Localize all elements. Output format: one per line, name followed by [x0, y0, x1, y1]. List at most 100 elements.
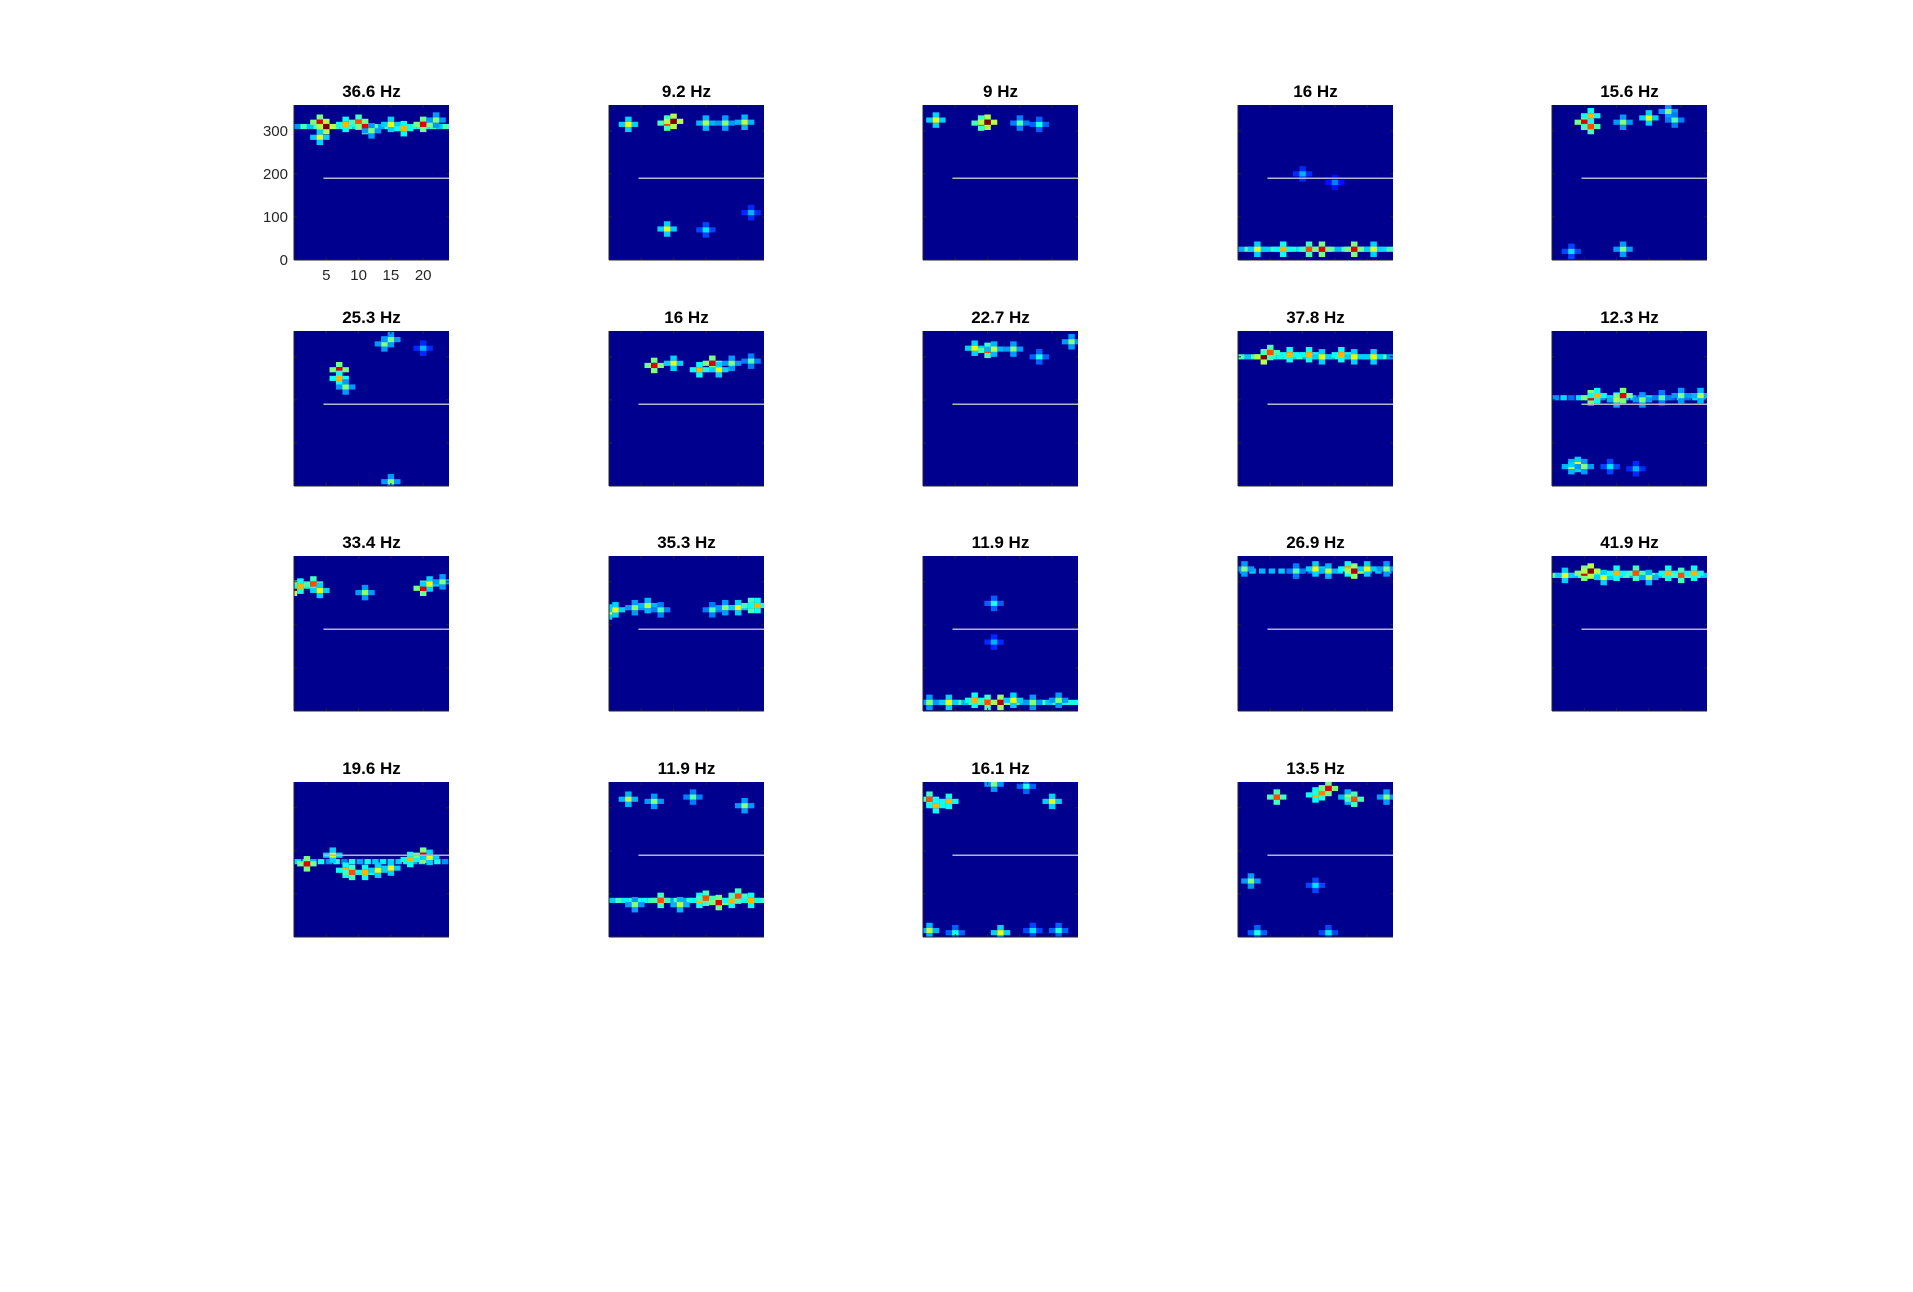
- heatmap-cell: [747, 215, 755, 221]
- heatmap-cell: [1061, 697, 1069, 703]
- heatmap-cell: [387, 126, 395, 133]
- heatmap-cell: [1055, 798, 1062, 804]
- panel-title: 9 Hz: [983, 82, 1018, 101]
- heatmap-cell: [945, 803, 953, 810]
- heatmap-cell: [747, 892, 755, 898]
- heatmap-cell: [1318, 241, 1326, 247]
- heatmap-cell: [728, 365, 735, 372]
- heatmap-cell: [1626, 393, 1633, 399]
- plot-area: [1238, 556, 1393, 711]
- heatmap-cell: [1325, 563, 1332, 569]
- heatmap-cell: [1574, 248, 1582, 254]
- heatmap-cell: [1587, 123, 1594, 130]
- panel-title: 16 Hz: [1293, 82, 1337, 101]
- heatmap-cell: [754, 897, 761, 903]
- heatmap-cell: [1383, 571, 1390, 577]
- heatmap-cell: [663, 226, 671, 232]
- heatmap-cell: [1632, 575, 1640, 581]
- heatmap-cell: [1697, 393, 1704, 399]
- heatmap-cell: [1325, 568, 1332, 574]
- heatmap-cell: [657, 902, 664, 909]
- heatmap-cell: [1555, 572, 1562, 578]
- heatmap-cell: [1376, 246, 1384, 252]
- heatmap-cell: [1574, 464, 1582, 470]
- heatmap-cell: [1383, 789, 1390, 795]
- heatmap-cell: [400, 120, 408, 127]
- heatmap-cell: [441, 859, 449, 865]
- heatmap-cell: [413, 585, 420, 591]
- heatmap-cell: [1286, 568, 1293, 574]
- heatmap-cell: [361, 864, 369, 870]
- heatmap-cell: [1010, 351, 1017, 357]
- heatmap-cell: [676, 896, 684, 903]
- heatmap-cell: [715, 905, 723, 911]
- heatmap-cell: [1684, 393, 1691, 399]
- heatmap-cell: [709, 602, 716, 608]
- heatmap-cell: [323, 129, 330, 135]
- heatmap-cell: [709, 607, 716, 613]
- heatmap-cell: [1238, 246, 1245, 252]
- heatmap-cell: [926, 803, 933, 809]
- heatmap-cell: [1010, 702, 1017, 708]
- heatmap-cell: [374, 128, 382, 134]
- heatmap-cell: [361, 118, 369, 124]
- heatmap-cell: [1581, 395, 1588, 401]
- heatmap-cell: [696, 362, 703, 368]
- heatmap-cell: [609, 897, 616, 903]
- heatmap-cell: [722, 367, 729, 373]
- heatmap-cell: [709, 367, 716, 373]
- heatmap-cell: [1568, 253, 1575, 260]
- heatmap-cell: [1279, 352, 1287, 358]
- heatmap-cell: [1344, 789, 1352, 795]
- heatmap-cell: [964, 345, 972, 351]
- heatmap-cell: [316, 134, 324, 140]
- heatmap-cell: [932, 117, 940, 123]
- heatmap-cell: [1048, 798, 1056, 804]
- plot-area: [1238, 105, 1393, 260]
- heatmap-cell: [625, 116, 632, 122]
- heatmap-panel-7: 16 Hz: [608, 308, 764, 487]
- heatmap-cell: [1331, 568, 1339, 574]
- heatmap-cell: [741, 114, 748, 120]
- heatmap-cell: [310, 587, 317, 594]
- heatmap-cell: [1029, 922, 1037, 928]
- heatmap-cell: [1671, 117, 1678, 123]
- heatmap-cell: [952, 924, 959, 931]
- heatmap-cell: [1613, 565, 1620, 571]
- heatmap-cell: [1254, 246, 1261, 252]
- x-tick-label: 20: [415, 267, 432, 284]
- x-tick-label: 5: [322, 267, 330, 284]
- heatmap-cell: [1318, 359, 1326, 365]
- heatmap-cell: [715, 894, 723, 900]
- heatmap-cell: [1383, 794, 1390, 800]
- heatmap-cell: [984, 114, 991, 120]
- heatmap-cell: [1305, 241, 1313, 247]
- heatmap-cell: [1645, 580, 1653, 586]
- heatmap-cell: [1247, 930, 1255, 936]
- heatmap-cell: [1299, 171, 1306, 177]
- heatmap-cell: [1318, 882, 1326, 888]
- heatmap-cell: [1273, 799, 1280, 805]
- heatmap-panel-19: 13.5 Hz: [1237, 759, 1393, 938]
- heatmap-cell: [1593, 113, 1601, 119]
- heatmap-cell: [1684, 570, 1691, 576]
- heatmap-cell: [650, 793, 658, 799]
- heatmap-cell: [1632, 466, 1640, 472]
- heatmap-cell: [342, 379, 349, 385]
- heatmap-cell: [1561, 572, 1569, 578]
- heatmap-cell: [1023, 927, 1030, 934]
- heatmap-cell: [1254, 930, 1261, 936]
- heatmap-cell: [356, 859, 364, 865]
- heatmap-cell: [932, 699, 940, 705]
- heatmap-cell: [971, 120, 978, 126]
- heatmap-cell: [368, 590, 375, 596]
- heatmap-cell: [997, 639, 1004, 645]
- heatmap-cell: [990, 351, 998, 357]
- heatmap-cell: [284, 586, 290, 591]
- heatmap-cell: [368, 867, 375, 873]
- heatmap-cell: [1671, 393, 1678, 399]
- heatmap-cell: [442, 123, 449, 130]
- heatmap-cell: [1247, 566, 1255, 572]
- heatmap-cell: [1376, 794, 1384, 800]
- heatmap-cell: [734, 893, 742, 899]
